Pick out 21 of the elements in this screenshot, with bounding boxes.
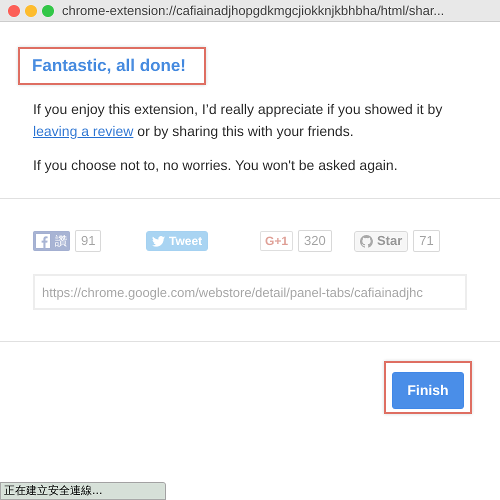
minimize-icon[interactable] [25,4,37,16]
review-link[interactable]: leaving a review [33,123,134,139]
github-icon [360,234,373,248]
url-field[interactable]: https://chrome.google.com/webstore/detail/panel-tabs/cafiainadjhc [33,274,467,310]
share-count: 91 [75,230,102,252]
heading: Fantastic, all done! [32,55,186,78]
share-count: 71 [413,230,440,252]
maximize-icon[interactable] [42,4,54,16]
window-title: chrome-extension://cafiainadjhopgdkmgcjiokknjkbhbha/html/shar... [62,2,444,20]
close-icon[interactable] [8,4,20,16]
like-button[interactable]: 讚 [33,231,70,251]
message-text: If you enjoy this extension, I’d really appreciate if you showed it by leaving a review or by sharing this with your friends. [33,100,444,141]
share-count: 320 [298,230,332,252]
status-bar: 正在建立安全連線... [0,482,166,500]
facebook-icon [36,234,50,248]
tweet-button[interactable]: Tweet [146,231,208,251]
finish-button[interactable]: Finish [392,372,464,409]
plus-one-button[interactable]: G+1 [260,231,294,251]
star-button[interactable]: Star [354,230,408,252]
bird-icon [152,236,165,246]
note-text: If you choose not to, no worries. You won't be asked again. [33,156,399,175]
